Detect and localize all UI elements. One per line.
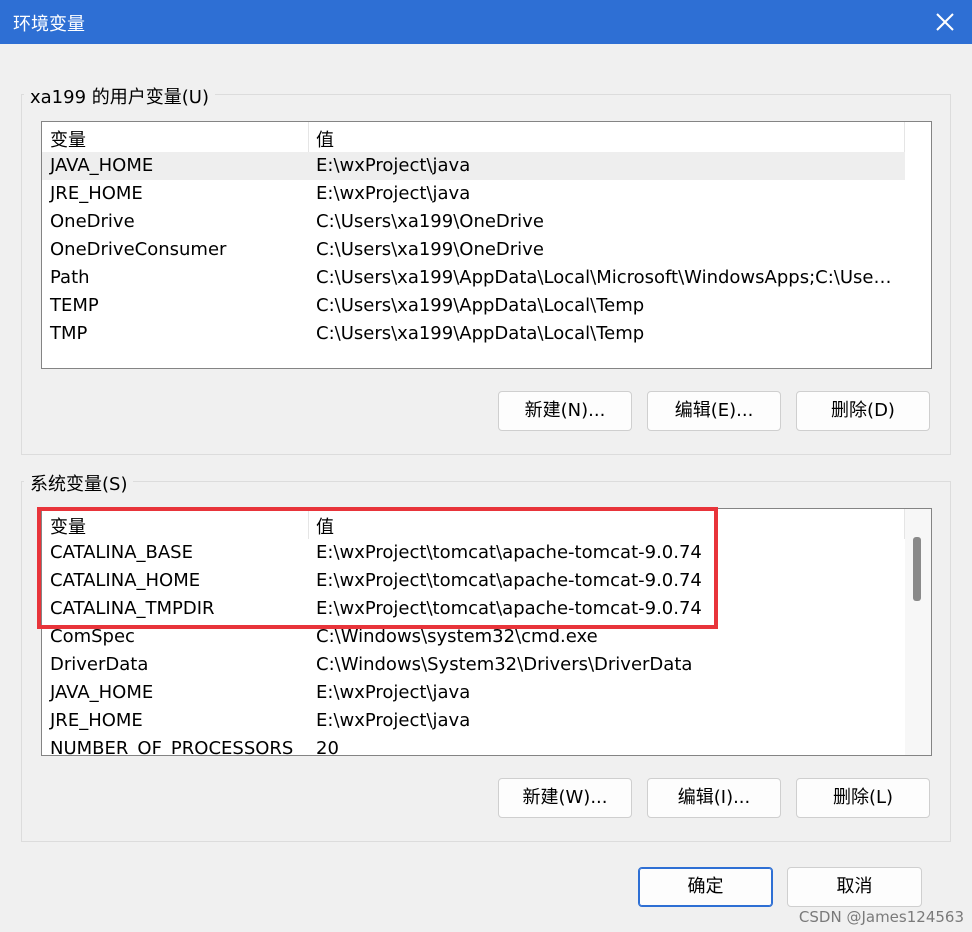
variable-name-cell: JRE_HOME xyxy=(50,710,143,731)
variable-name-cell: CATALINA_HOME xyxy=(50,570,201,591)
variable-name-cell: DriverData xyxy=(50,654,149,675)
watermark: CSDN @James124563 xyxy=(798,908,964,926)
table-row[interactable]: OneDriveConsumer C:\Users\xa199\OneDrive xyxy=(42,236,905,264)
table-row[interactable]: JRE_HOME E:\wxProject\java xyxy=(42,180,905,208)
variable-value-cell: E:\wxProject\java xyxy=(316,183,471,204)
table-row[interactable]: JAVA_HOME E:\wxProject\java xyxy=(42,152,905,180)
user-vars-list[interactable]: 变量 值 JAVA_HOME E:\wxProject\java JRE_HOME E… xyxy=(41,121,932,369)
variable-name-cell: Path xyxy=(50,267,90,288)
variable-value-cell: C:\Windows\System32\Drivers\DriverData xyxy=(316,654,693,675)
table-row[interactable]: NUMBER_OF_PROCESSORS 20 xyxy=(42,735,905,756)
user-delete-button[interactable]: 删除(D) xyxy=(796,391,930,431)
list-header: 变量 值 xyxy=(42,122,905,152)
column-divider[interactable] xyxy=(308,122,309,152)
close-icon[interactable] xyxy=(934,11,956,33)
variable-name-cell: ComSpec xyxy=(50,626,135,647)
variable-name-cell: CATALINA_TMPDIR xyxy=(50,598,215,619)
variable-value-cell: 20 xyxy=(316,738,339,756)
table-row[interactable]: CATALINA_TMPDIR E:\wxProject\tomcat\apach… xyxy=(42,595,905,623)
variable-name-cell: JRE_HOME xyxy=(50,183,143,204)
column-divider[interactable] xyxy=(904,122,905,152)
column-header-name[interactable]: 变量 xyxy=(50,513,86,539)
system-vars-list[interactable]: 变量 值 CATALINA_BASE E:\wxProject\tomcat\ap… xyxy=(41,508,932,756)
user-new-button[interactable]: 新建(N)... xyxy=(498,391,632,431)
list-header: 变量 值 xyxy=(42,509,905,539)
variable-value-cell: E:\wxProject\tomcat\apache-tomcat-9.0.74 xyxy=(316,542,702,563)
column-header-value[interactable]: 值 xyxy=(316,513,334,539)
ok-button[interactable]: 确定 xyxy=(638,867,773,907)
title-bar: 环境变量 xyxy=(0,0,972,44)
scrollbar-thumb[interactable] xyxy=(913,537,921,601)
table-row[interactable]: ComSpec C:\Windows\system32\cmd.exe xyxy=(42,623,905,651)
variable-value-cell: E:\wxProject\java xyxy=(316,710,471,731)
variable-name-cell: CATALINA_BASE xyxy=(50,542,193,563)
system-edit-button[interactable]: 编辑(I)... xyxy=(647,778,781,818)
user-edit-button[interactable]: 编辑(E)... xyxy=(647,391,781,431)
variable-name-cell: OneDrive xyxy=(50,211,135,232)
variable-name-cell: JAVA_HOME xyxy=(50,155,154,176)
table-row[interactable]: DriverData C:\Windows\System32\Drivers\Dr… xyxy=(42,651,905,679)
column-header-value[interactable]: 值 xyxy=(316,126,334,152)
variable-name-cell: TEMP xyxy=(50,295,99,316)
variable-value-cell: C:\Users\xa199\OneDrive xyxy=(316,239,544,260)
variable-value-cell: E:\wxProject\java xyxy=(316,155,471,176)
variable-value-cell: E:\wxProject\java xyxy=(316,682,471,703)
variable-name-cell: OneDriveConsumer xyxy=(50,239,227,260)
table-row[interactable]: JAVA_HOME E:\wxProject\java xyxy=(42,679,905,707)
table-row[interactable]: CATALINA_HOME E:\wxProject\tomcat\apache-… xyxy=(42,567,905,595)
window-title: 环境变量 xyxy=(13,14,85,35)
variable-value-cell: E:\wxProject\tomcat\apache-tomcat-9.0.74 xyxy=(316,598,702,619)
table-row[interactable]: OneDrive C:\Users\xa199\OneDrive xyxy=(42,208,905,236)
user-vars-group-label: xa199 的用户变量(U) xyxy=(24,83,215,109)
system-new-button[interactable]: 新建(W)... xyxy=(498,778,632,818)
variable-value-cell: C:\Windows\system32\cmd.exe xyxy=(316,626,598,647)
table-row[interactable]: JRE_HOME E:\wxProject\java xyxy=(42,707,905,735)
variable-value-cell: C:\Users\xa199\OneDrive xyxy=(316,211,544,232)
variable-name-cell: JAVA_HOME xyxy=(50,682,154,703)
cancel-button[interactable]: 取消 xyxy=(787,867,922,907)
variable-name-cell: TMP xyxy=(50,323,88,344)
table-row[interactable]: CATALINA_BASE E:\wxProject\tomcat\apache-… xyxy=(42,539,905,567)
system-vars-group-label: 系统变量(S) xyxy=(24,470,134,496)
variable-name-cell: NUMBER_OF_PROCESSORS xyxy=(50,738,294,756)
variable-value-cell: C:\Users\xa199\AppData\Local\Microsoft\W… xyxy=(316,267,896,288)
variable-value-cell: C:\Users\xa199\AppData\Local\Temp xyxy=(316,295,645,316)
column-header-name[interactable]: 变量 xyxy=(50,126,86,152)
variable-value-cell: E:\wxProject\tomcat\apache-tomcat-9.0.74 xyxy=(316,570,702,591)
table-row[interactable]: TMP C:\Users\xa199\AppData\Local\Temp xyxy=(42,320,905,348)
variable-value-cell: C:\Users\xa199\AppData\Local\Temp xyxy=(316,323,645,344)
table-row[interactable]: Path C:\Users\xa199\AppData\Local\Microso… xyxy=(42,264,905,292)
system-delete-button[interactable]: 删除(L) xyxy=(796,778,930,818)
vertical-scrollbar[interactable] xyxy=(905,509,931,755)
column-divider[interactable] xyxy=(308,509,309,539)
table-row[interactable]: TEMP C:\Users\xa199\AppData\Local\Temp xyxy=(42,292,905,320)
